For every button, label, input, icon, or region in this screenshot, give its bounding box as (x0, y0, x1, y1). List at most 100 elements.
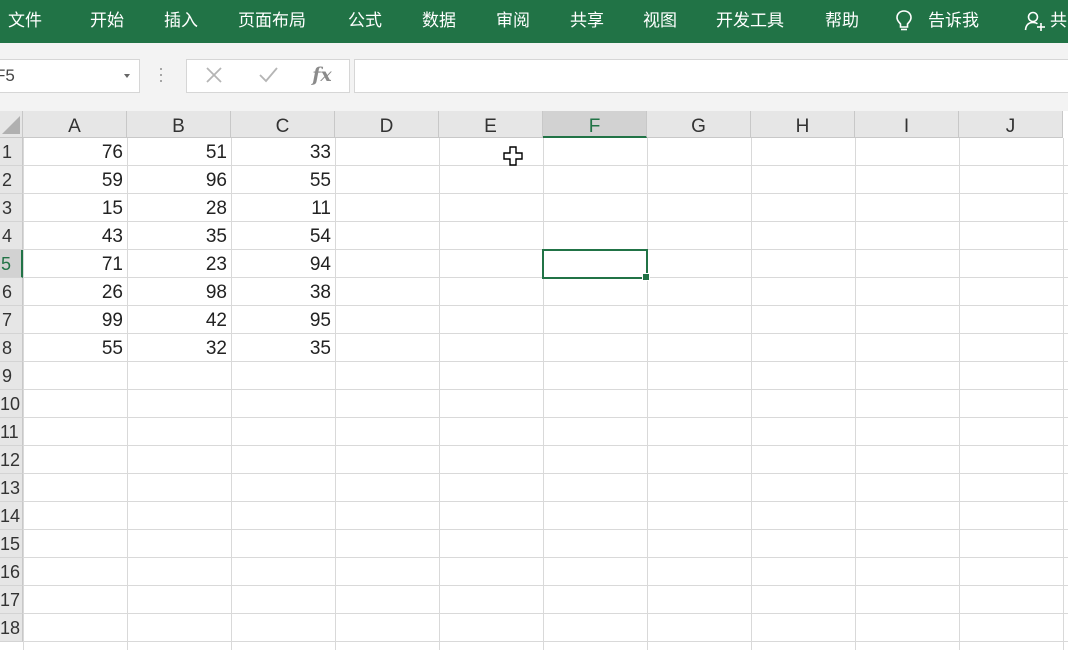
name-box[interactable] (0, 59, 140, 93)
cell-B3[interactable]: 28 (127, 194, 231, 222)
cell-B4[interactable]: 35 (127, 222, 231, 250)
tab-insert[interactable]: 插入 (164, 0, 198, 43)
row-header-label: 10 (0, 394, 21, 414)
row-header-2[interactable]: 2 (0, 166, 23, 194)
row-header-label: 15 (0, 534, 21, 554)
row-header-label: 12 (0, 450, 21, 470)
row-header-label: 6 (1, 282, 12, 302)
column-header-g[interactable]: G (647, 111, 751, 138)
row-header-label: 16 (0, 562, 21, 582)
row-header-label: 17 (0, 590, 21, 610)
row-header-label: 1 (1, 142, 12, 162)
cell-A6[interactable]: 26 (23, 278, 127, 306)
row-header-13[interactable]: 13 (0, 474, 23, 502)
row-header-16[interactable]: 16 (0, 558, 23, 586)
cell-C2[interactable]: 55 (231, 166, 335, 194)
name-box-input[interactable] (0, 60, 111, 92)
chevron-down-icon[interactable] (124, 74, 130, 78)
cell-C1[interactable]: 33 (231, 138, 335, 166)
cell-B7[interactable]: 42 (127, 306, 231, 334)
cell-C3[interactable]: 11 (231, 194, 335, 222)
select-all-button[interactable] (0, 111, 23, 138)
spreadsheet-grid: ABCDEFGHIJ 1 2 3 4 5 6 7 8 9 10 11 12 13 14 15 16 17 18 7… (0, 111, 1068, 650)
column-header-b[interactable]: B (127, 111, 231, 138)
row-header-4[interactable]: 4 (0, 222, 23, 250)
cell-A4[interactable]: 43 (23, 222, 127, 250)
formula-buttons: fx (186, 59, 350, 93)
column-header-h[interactable]: H (751, 111, 855, 138)
ribbon-tab-bar: 文件 开始 插入 页面布局 公式 数据 审阅 共享 视图 开发工具 帮助 告诉我… (0, 0, 1068, 43)
column-header-c[interactable]: C (231, 111, 335, 138)
row-header-12[interactable]: 12 (0, 446, 23, 474)
row-header-14[interactable]: 14 (0, 502, 23, 530)
cell-B5[interactable]: 23 (127, 250, 231, 278)
row-header-6[interactable]: 6 (0, 278, 23, 306)
cell-B8[interactable]: 32 (127, 334, 231, 362)
row-header-label: 4 (1, 226, 12, 246)
row-header-15[interactable]: 15 (0, 530, 23, 558)
row-header-label: 8 (1, 338, 12, 358)
row-header-label: 5 (0, 254, 11, 274)
row-header-11[interactable]: 11 (0, 418, 23, 446)
fill-handle[interactable] (642, 273, 650, 281)
row-header-label: 18 (0, 618, 21, 638)
cell-select-cross-icon (503, 146, 523, 166)
formula-bar-row: fx (0, 43, 1068, 111)
row-header-5[interactable]: 5 (0, 250, 23, 278)
cell-C6[interactable]: 38 (231, 278, 335, 306)
cell-B1[interactable]: 51 (127, 138, 231, 166)
cell-A8[interactable]: 55 (23, 334, 127, 362)
formula-input[interactable] (354, 59, 1068, 93)
row-header-10[interactable]: 10 (0, 390, 23, 418)
column-header-d[interactable]: D (335, 111, 439, 138)
row-header-label: 13 (0, 478, 21, 498)
person-add-icon[interactable] (1024, 10, 1046, 32)
cell-A3[interactable]: 15 (23, 194, 127, 222)
cell-C4[interactable]: 54 (231, 222, 335, 250)
cell-B6[interactable]: 98 (127, 278, 231, 306)
column-header-j[interactable]: J (959, 111, 1063, 138)
close-icon[interactable] (187, 60, 241, 92)
column-header-e[interactable]: E (439, 111, 543, 138)
cell-C8[interactable]: 35 (231, 334, 335, 362)
cell-A7[interactable]: 99 (23, 306, 127, 334)
tab-review[interactable]: 审阅 (496, 0, 530, 43)
row-header-9[interactable]: 9 (0, 362, 23, 390)
tab-help[interactable]: 帮助 (825, 0, 859, 43)
tell-me-label[interactable]: 告诉我 (928, 0, 979, 43)
row-header-label: 9 (1, 366, 12, 386)
cell-C5[interactable]: 94 (231, 250, 335, 278)
tab-formulas[interactable]: 公式 (348, 0, 382, 43)
row-header-17[interactable]: 17 (0, 586, 23, 614)
row-header-label: 2 (1, 170, 12, 190)
tab-file[interactable]: 文件 (8, 0, 42, 43)
row-header-7[interactable]: 7 (0, 306, 23, 334)
row-header-1[interactable]: 1 (0, 138, 23, 166)
cell-B2[interactable]: 96 (127, 166, 231, 194)
share-label[interactable]: 共 (1050, 0, 1067, 43)
column-header-f[interactable]: F (543, 111, 647, 138)
tab-view[interactable]: 视图 (643, 0, 677, 43)
cell-A2[interactable]: 59 (23, 166, 127, 194)
tab-developer[interactable]: 开发工具 (716, 0, 784, 43)
tab-share[interactable]: 共享 (570, 0, 604, 43)
cell-A1[interactable]: 76 (23, 138, 127, 166)
insert-function-button[interactable]: fx (295, 60, 349, 92)
row-header-3[interactable]: 3 (0, 194, 23, 222)
lightbulb-icon[interactable] (894, 9, 914, 33)
tab-data[interactable]: 数据 (422, 0, 456, 43)
row-header-label: 3 (1, 198, 12, 218)
active-cell-F5[interactable] (542, 249, 650, 281)
row-header-label: 7 (1, 310, 12, 330)
tab-home[interactable]: 开始 (90, 0, 124, 43)
row-header-8[interactable]: 8 (0, 334, 23, 362)
column-header-a[interactable]: A (23, 111, 127, 138)
tab-page-layout[interactable]: 页面布局 (238, 0, 306, 43)
row-header-label: 14 (0, 506, 21, 526)
row-header-18[interactable]: 18 (0, 614, 23, 642)
column-header-i[interactable]: I (855, 111, 959, 138)
cell-A5[interactable]: 71 (23, 250, 127, 278)
drag-handle-icon[interactable] (159, 68, 163, 84)
check-icon[interactable] (241, 60, 295, 92)
cell-C7[interactable]: 95 (231, 306, 335, 334)
